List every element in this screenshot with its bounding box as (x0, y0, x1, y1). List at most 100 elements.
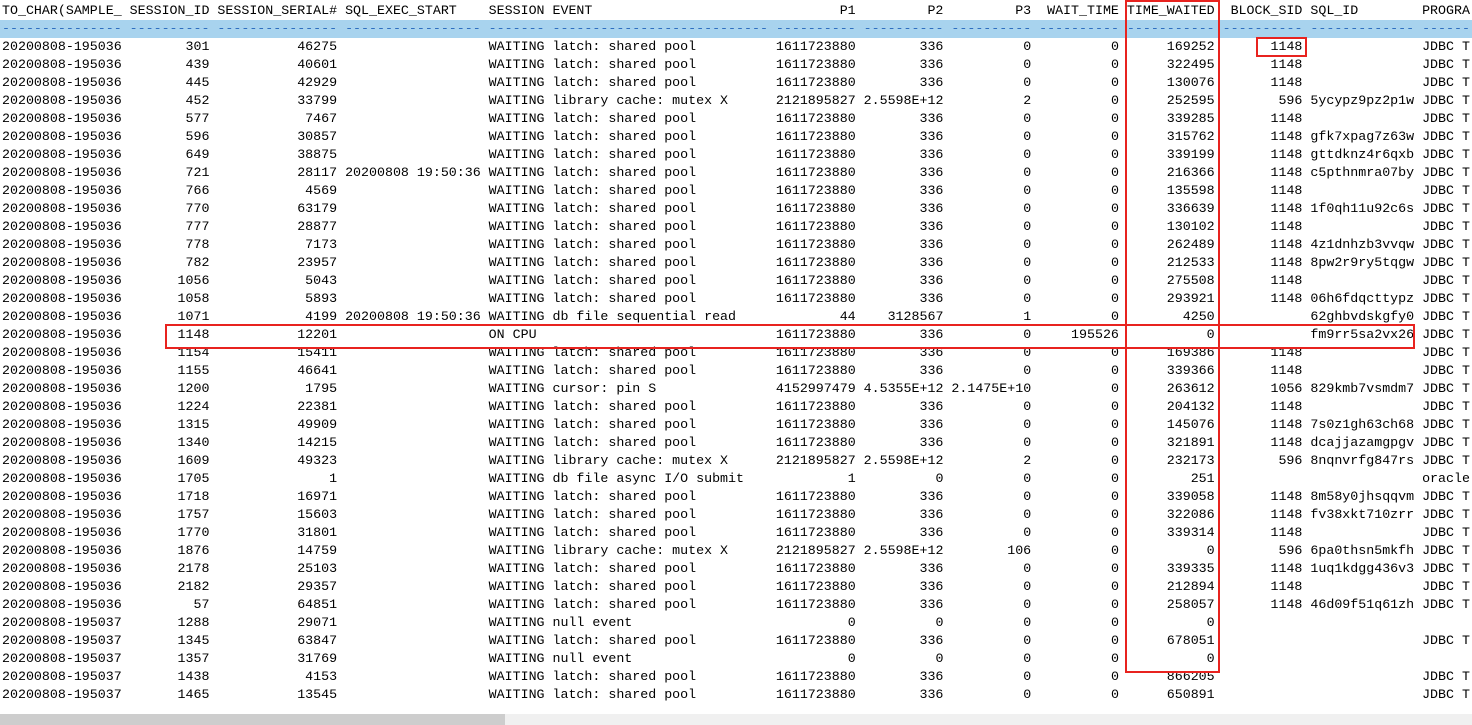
cell-p2: 336 (919, 561, 944, 576)
cell-p2: 336 (919, 633, 944, 648)
cell-event: latch: shared pool (552, 165, 697, 180)
table-row[interactable]: 20200808-195037 1465 13545 WAITING latch: sh… (2, 686, 1470, 704)
table-row[interactable]: 20200808-195037 1345 63847 WAITING latch: sh… (2, 632, 1470, 650)
separator-program: ------ (1422, 21, 1470, 36)
cell-p3: 0 (1023, 579, 1032, 594)
cell-session: WAITING (488, 273, 545, 288)
cell-block_sid: 1148 (1270, 147, 1303, 162)
cell-to_char: 20200808-195036 (2, 57, 122, 72)
cell-wait_time: 0 (1110, 525, 1119, 540)
cell-session_serial: 29071 (297, 615, 338, 630)
cell-p2: 336 (919, 489, 944, 504)
cell-p1: 1611723880 (775, 435, 856, 450)
cell-p1: 1611723880 (775, 219, 856, 234)
cell-p1: 1611723880 (775, 633, 856, 648)
cell-p1: 1611723880 (775, 165, 856, 180)
cell-session_serial: 4153 (305, 669, 338, 684)
table-row[interactable]: 20200808-195036 782 23957 WAITING latch: sha… (2, 254, 1470, 272)
cell-session_id: 1155 (177, 363, 210, 378)
cell-event: latch: shared pool (552, 291, 697, 306)
cell-wait_time: 0 (1110, 435, 1119, 450)
table-row[interactable]: 20200808-195036 1315 49909 WAITING latch: sh… (2, 416, 1470, 434)
table-row[interactable]: 20200808-195036 1224 22381 WAITING latch: sh… (2, 398, 1470, 416)
cell-p1: 0 (847, 651, 856, 666)
cell-to_char: 20200808-195036 (2, 381, 122, 396)
cell-p2: 336 (919, 39, 944, 54)
cell-session_serial: 23957 (297, 255, 338, 270)
table-row[interactable]: 20200808-195036 2182 29357 WAITING latch: sh… (2, 578, 1470, 596)
table-row[interactable]: 20200808-195036 301 46275 WAITING latch: sha… (2, 38, 1470, 56)
cell-program: JDBC T (1422, 399, 1470, 414)
cell-p3: 0 (1023, 399, 1032, 414)
cell-block_sid: 1148 (1270, 525, 1303, 540)
table-row[interactable]: 20200808-195036 770 63179 WAITING latch: sha… (2, 200, 1470, 218)
cell-block_sid: 1148 (1270, 579, 1303, 594)
table-row[interactable]: 20200808-195036 1757 15603 WAITING latch: sh… (2, 506, 1470, 524)
cell-session_serial: 28117 (297, 165, 338, 180)
cell-wait_time: 0 (1110, 93, 1119, 108)
table-row[interactable]: 20200808-195036 452 33799 WAITING library ca… (2, 92, 1470, 110)
table-row[interactable]: 20200808-195036 1770 31801 WAITING latch: sh… (2, 524, 1470, 542)
cell-wait_time: 0 (1110, 597, 1119, 612)
table-row[interactable]: 20200808-195036 1058 5893 WAITING latch: sha… (2, 290, 1470, 308)
table-row[interactable]: 20200808-195037 1438 4153 WAITING latch: sha… (2, 668, 1470, 686)
table-row[interactable]: 20200808-195036 1200 1795 WAITING cursor: pi… (2, 380, 1470, 398)
table-row[interactable]: 20200808-195036 778 7173 WAITING latch: shar… (2, 236, 1470, 254)
cell-to_char: 20200808-195036 (2, 453, 122, 468)
cell-session_id: 1705 (177, 471, 210, 486)
table-row[interactable]: 20200808-195036 1340 14215 WAITING latch: sh… (2, 434, 1470, 452)
column-header-sql_id: SQL_ID (1310, 3, 1359, 18)
cell-to_char: 20200808-195036 (2, 543, 122, 558)
table-row[interactable]: 20200808-195036 57 64851 WAITING latch: shar… (2, 596, 1470, 614)
table-row[interactable]: 20200808-195036 577 7467 WAITING latch: shar… (2, 110, 1470, 128)
scrollbar-thumb[interactable] (0, 714, 505, 725)
table-row[interactable]: 20200808-195036 777 28877 WAITING latch: sha… (2, 218, 1470, 236)
cell-to_char: 20200808-195036 (2, 147, 122, 162)
cell-sql_id: fv38xkt710zrr (1310, 507, 1415, 522)
table-row[interactable]: 20200808-195036 649 38875 WAITING latch: sha… (2, 146, 1470, 164)
cell-wait_time: 0 (1110, 381, 1119, 396)
cell-to_char: 20200808-195036 (2, 309, 122, 324)
cell-p1: 1611723880 (775, 525, 856, 540)
cell-sql_id: gfk7xpag7z63w (1310, 129, 1415, 144)
separator-wait_time: ---------- (1039, 21, 1119, 36)
cell-session: WAITING (488, 381, 545, 396)
cell-p1: 1611723880 (775, 183, 856, 198)
cell-wait_time: 0 (1110, 453, 1119, 468)
table-row[interactable]: 20200808-195036 1705 1 WAITING db file async… (2, 470, 1470, 488)
cell-session_serial: 15603 (297, 507, 338, 522)
cell-program: JDBC T (1422, 633, 1470, 648)
cell-session_serial: 5893 (305, 291, 338, 306)
table-row[interactable]: 20200808-195036 1155 46641 WAITING latch: sh… (2, 362, 1470, 380)
cell-event: latch: shared pool (552, 435, 697, 450)
table-row[interactable]: 20200808-195036 1718 16971 WAITING latch: sh… (2, 488, 1470, 506)
cell-session_id: 1200 (177, 381, 210, 396)
table-row[interactable]: 20200808-195036 1056 5043 WAITING latch: sha… (2, 272, 1470, 290)
table-row[interactable]: 20200808-195036 721 28117 20200808 19:50:36… (2, 164, 1470, 182)
table-row[interactable]: 20200808-195036 2178 25103 WAITING latch: sh… (2, 560, 1470, 578)
horizontal-scrollbar[interactable] (0, 714, 1472, 725)
table-row[interactable]: 20200808-195036 596 30857 WAITING latch: sha… (2, 128, 1470, 146)
cell-session_id: 770 (185, 201, 210, 216)
table-row[interactable]: 20200808-195036 1609 49323 WAITING library c… (2, 452, 1470, 470)
cell-p1: 1611723880 (775, 507, 856, 522)
table-row[interactable]: 20200808-195036 445 42929 WAITING latch: sha… (2, 74, 1470, 92)
cell-wait_time: 0 (1110, 543, 1119, 558)
cell-program: JDBC T (1422, 291, 1470, 306)
cell-p2: 336 (919, 183, 944, 198)
cell-program: JDBC T (1422, 579, 1470, 594)
cell-event: library cache: mutex X (552, 93, 729, 108)
cell-event: latch: shared pool (552, 579, 697, 594)
cell-p3: 0 (1023, 471, 1032, 486)
cell-to_char: 20200808-195036 (2, 363, 122, 378)
cell-program: JDBC T (1422, 507, 1470, 522)
cell-p3: 0 (1023, 57, 1032, 72)
table-row[interactable]: 20200808-195036 1876 14759 WAITING library c… (2, 542, 1470, 560)
table-row[interactable]: 20200808-195036 766 4569 WAITING latch: shar… (2, 182, 1470, 200)
cell-event: latch: shared pool (552, 507, 697, 522)
column-header-to_char: TO_CHAR(SAMPLE_ (2, 3, 122, 18)
table-row[interactable]: 20200808-195036 439 40601 WAITING latch: sha… (2, 56, 1470, 74)
cell-session_id: 1357 (177, 651, 210, 666)
separator-session_id: ---------- (129, 21, 210, 36)
cell-p2: 4.5355E+12 (863, 381, 944, 396)
